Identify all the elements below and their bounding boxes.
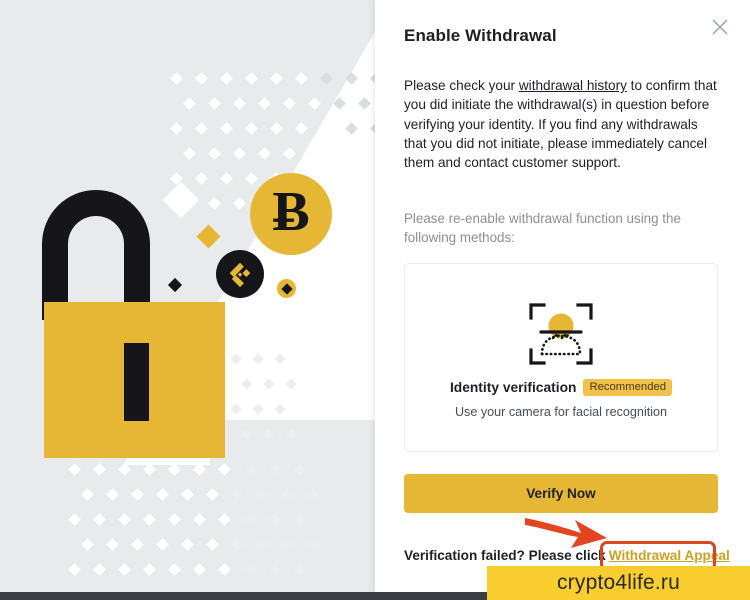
grey-right-block xyxy=(210,420,375,592)
decorative-coin-small xyxy=(277,279,296,298)
method-title: Identity verification xyxy=(449,380,577,396)
paragraph-1-before: Please check your xyxy=(404,78,519,93)
illustration-panel: Ƀ xyxy=(0,0,375,592)
binance-glyph xyxy=(229,262,251,288)
app-window: Ƀ Enable Withdrawal Please check your wi… xyxy=(0,0,750,600)
withdrawal-history-link[interactable]: withdrawal history xyxy=(519,78,627,93)
watermark-text: crypto4life.ru xyxy=(556,571,681,594)
verification-failed-label: Verification failed? Please click xyxy=(404,548,606,563)
verify-now-button[interactable]: Verify Now xyxy=(404,474,718,513)
page-title: Enable Withdrawal xyxy=(404,26,557,45)
decorative-diamond-yellow xyxy=(196,224,221,249)
method-title-row: Identity verification Recommended xyxy=(405,379,717,397)
enable-withdrawal-dialog: Enable Withdrawal Please check your with… xyxy=(375,0,750,592)
withdrawal-appeal-link[interactable]: Withdrawal Appeal xyxy=(609,548,730,563)
decorative-diamond-white xyxy=(162,181,200,219)
methods-instruction-text: Please re-enable withdrawal function usi… xyxy=(404,211,681,245)
binance-logo-icon xyxy=(216,250,264,298)
bitcoin-symbol: Ƀ xyxy=(272,181,310,243)
method-subtitle: Use your camera for facial recognition xyxy=(454,405,668,419)
decorative-diamond-black xyxy=(167,277,183,293)
withdrawal-history-paragraph: Please check your withdrawal history to … xyxy=(404,76,722,172)
verification-failed-row: Verification failed? Please click Withdr… xyxy=(404,548,730,563)
status-badge: Recommended xyxy=(583,379,673,397)
identity-verification-card[interactable]: Identity verification Recommended Use yo… xyxy=(404,263,718,452)
watermark: crypto4life.ru xyxy=(487,566,750,600)
close-icon[interactable] xyxy=(709,16,731,38)
face-scan-icon xyxy=(528,302,594,366)
bitcoin-coin-icon: Ƀ xyxy=(250,173,332,255)
